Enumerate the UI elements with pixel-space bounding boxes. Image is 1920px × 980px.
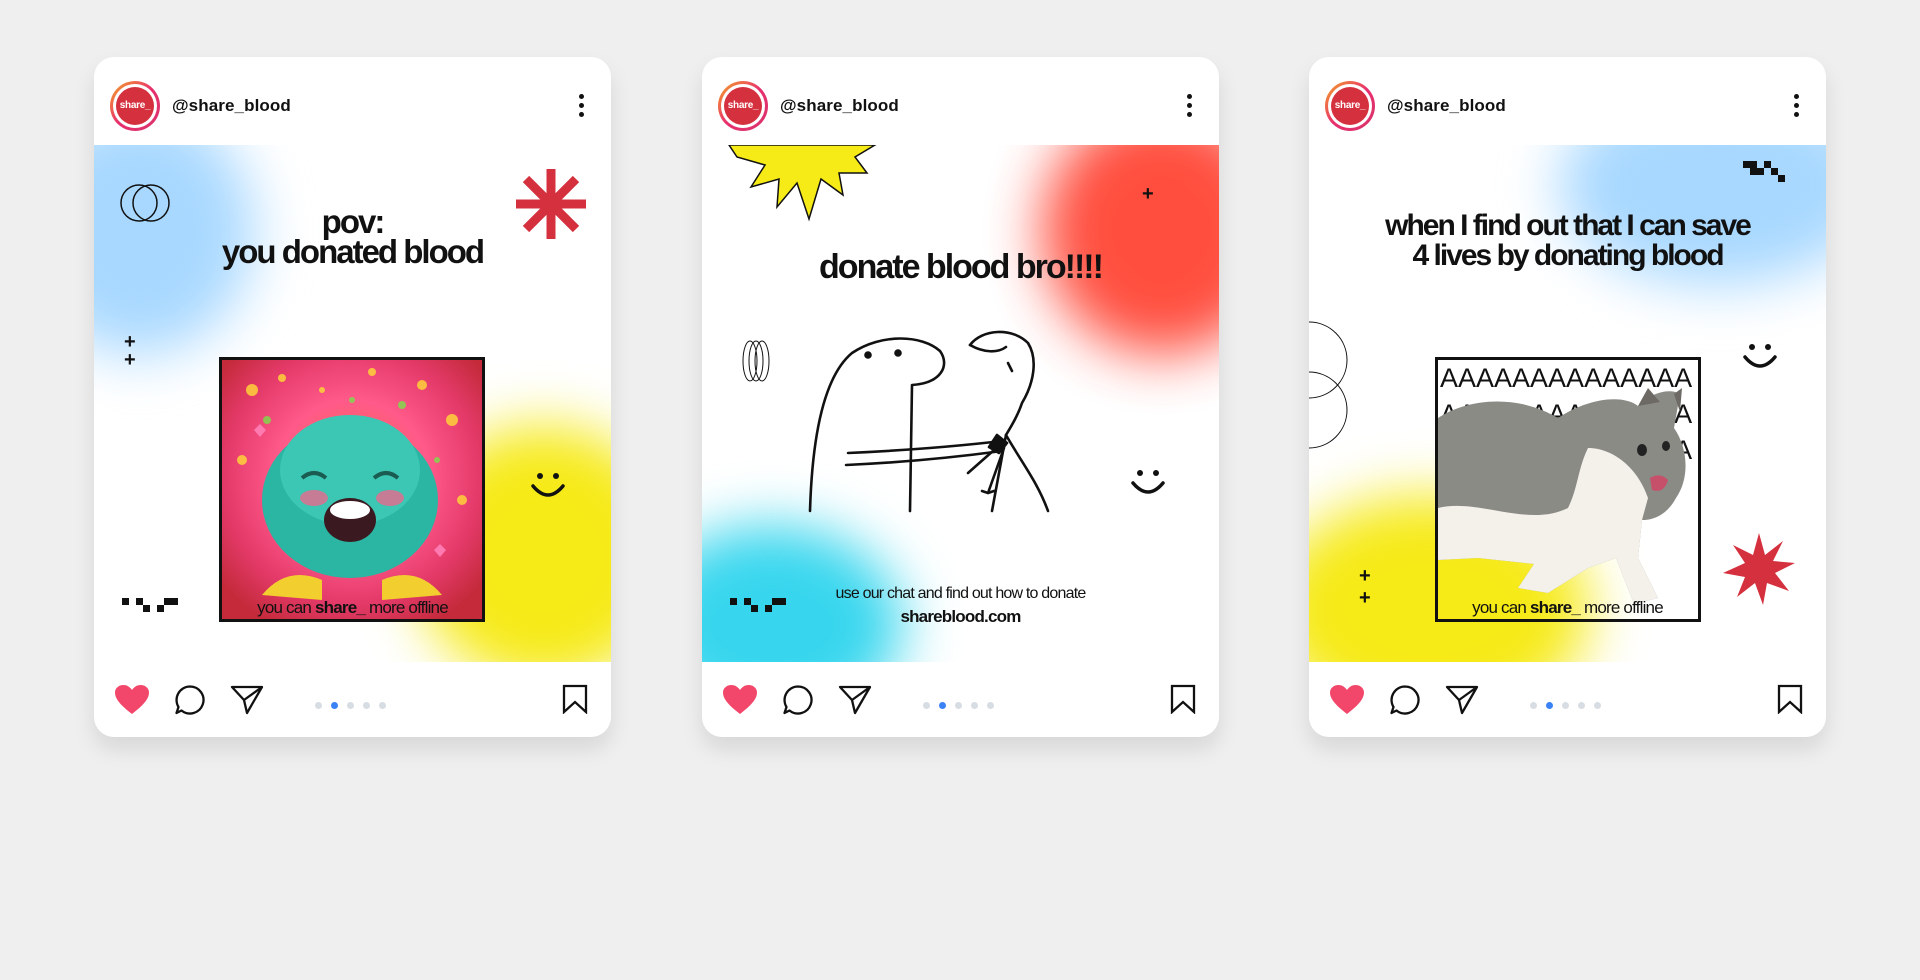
- website-link[interactable]: shareblood.com: [702, 607, 1219, 627]
- post-title-line1: when I find out that I can save: [1385, 209, 1752, 242]
- post-card-1: share_ @share_blood pov: you donated blo…: [94, 57, 611, 737]
- coil-icon: [742, 340, 770, 382]
- post-footer-text: you can share_ more offline: [94, 598, 611, 618]
- smiley-icon: [1743, 344, 1777, 368]
- post-title: donate blood bro!!!!: [819, 248, 1104, 286]
- footer-brand: share_: [315, 598, 366, 617]
- post-header: share_ @share_blood: [702, 57, 1219, 145]
- avatar[interactable]: share_: [718, 81, 768, 131]
- avatar[interactable]: share_: [1325, 81, 1375, 131]
- post-title-line2: you donated blood: [221, 233, 485, 270]
- comment-icon[interactable]: [174, 684, 206, 716]
- more-icon[interactable]: [1185, 94, 1193, 120]
- meme-image: [219, 357, 485, 622]
- meme-image: AAAAAAAAAAAAAAAAAAAAAAAAAAAAAAAAAAAAAAAA…: [1435, 357, 1701, 622]
- post-header: share_ @share_blood: [94, 57, 611, 145]
- more-icon[interactable]: [1792, 94, 1800, 120]
- brand-logo: share_: [116, 87, 154, 125]
- smiley-icon: [1131, 470, 1165, 494]
- avatar[interactable]: share_: [110, 81, 160, 131]
- footer-prefix: you can: [257, 598, 315, 617]
- post-image: + donate blood bro!!!! use our chat and …: [702, 145, 1219, 662]
- post-title: when I find out that I can save 4 lives …: [1309, 211, 1826, 271]
- send-icon[interactable]: [230, 684, 264, 716]
- heart-icon[interactable]: [722, 684, 758, 716]
- username[interactable]: @share_blood: [780, 96, 899, 116]
- comment-icon[interactable]: [1389, 684, 1421, 716]
- post-card-3: share_ @share_blood when I find out that…: [1309, 57, 1826, 737]
- carousel-dots: [1530, 696, 1610, 709]
- brand-logo: share_: [1331, 87, 1369, 125]
- post-footer-text: use our chat and find out how to donate: [835, 585, 1087, 602]
- post-footer-text: you can share_ more offline: [1309, 598, 1826, 618]
- plus-icon: +: [1142, 183, 1154, 205]
- comment-icon[interactable]: [782, 684, 814, 716]
- carousel-dots: [315, 696, 395, 709]
- post-card-2: share_ @share_blood + donate blood bro!!…: [702, 57, 1219, 737]
- post-image: when I find out that I can save 4 lives …: [1309, 145, 1826, 662]
- heart-icon[interactable]: [114, 684, 150, 716]
- username[interactable]: @share_blood: [172, 96, 291, 116]
- post-header: share_ @share_blood: [1309, 57, 1826, 145]
- heart-icon[interactable]: [1329, 684, 1365, 716]
- stick-figure-doodle: [808, 330, 1050, 513]
- starburst-icon: [728, 145, 877, 222]
- starburst-icon: [1723, 533, 1795, 605]
- footer-brand: share_: [1530, 598, 1581, 617]
- brand-logo: share_: [724, 87, 762, 125]
- rings-outline-icon: [1309, 321, 1348, 449]
- send-icon[interactable]: [838, 684, 872, 716]
- post-image: pov: you donated blood + + you can share…: [94, 145, 611, 662]
- footer-suffix: more offline: [365, 598, 449, 617]
- plus-icon: + +: [124, 331, 136, 371]
- send-icon[interactable]: [1445, 684, 1479, 716]
- bookmark-icon[interactable]: [1777, 684, 1803, 714]
- cat-figure: [1438, 388, 1686, 604]
- post-title: pov: you donated blood: [94, 205, 611, 270]
- carousel-dots: [923, 696, 1003, 709]
- username[interactable]: @share_blood: [1387, 96, 1506, 116]
- footer-suffix: more offline: [1580, 598, 1664, 617]
- bookmark-icon[interactable]: [562, 684, 588, 714]
- post-actions: [1309, 662, 1826, 737]
- post-title-line2: 4 lives by donating blood: [1412, 239, 1724, 272]
- pixel-pattern-icon: [1743, 161, 1785, 182]
- smiley-icon: [531, 473, 565, 497]
- bookmark-icon[interactable]: [1170, 684, 1196, 714]
- post-actions: [702, 662, 1219, 737]
- more-icon[interactable]: [577, 94, 585, 120]
- post-actions: [94, 662, 611, 737]
- footer-prefix: you can: [1472, 598, 1530, 617]
